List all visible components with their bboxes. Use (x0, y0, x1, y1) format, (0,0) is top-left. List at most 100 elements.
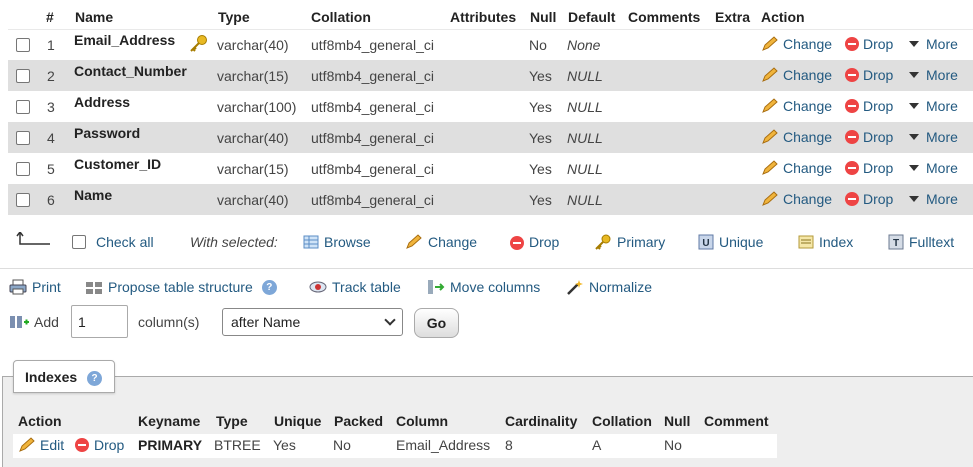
more-button[interactable]: More (909, 191, 958, 207)
field-type: varchar(40) (217, 192, 289, 208)
drop-label: Drop (863, 67, 894, 83)
field-name: Password (74, 125, 141, 141)
drop-button[interactable]: Drop (845, 191, 893, 207)
column-position-select[interactable]: after Name (222, 308, 403, 336)
index-keyname: PRIMARY (138, 437, 203, 453)
more-button[interactable]: More (909, 67, 958, 83)
index-icon (798, 235, 814, 249)
row-checkbox[interactable] (16, 193, 30, 207)
index-cardinality: 8 (505, 437, 513, 453)
help-icon[interactable]: ? (261, 279, 277, 295)
index-collation: A (592, 437, 602, 453)
drop-button[interactable]: Drop (845, 36, 893, 52)
drop-button[interactable]: Drop (845, 160, 893, 176)
drop-label: Drop (863, 36, 894, 52)
field-default: NULL (567, 161, 603, 177)
bulk-drop-button[interactable]: Drop (510, 234, 559, 250)
more-button[interactable]: More (909, 129, 958, 145)
bulk-change-button[interactable]: Change (405, 234, 477, 250)
more-label: More (926, 129, 958, 145)
arrow-ltr-icon (16, 232, 50, 245)
print-link[interactable]: Print (9, 279, 61, 295)
field-collation: utf8mb4_general_ci (311, 192, 434, 208)
normalize-link[interactable]: Normalize (566, 279, 652, 295)
col-header-attributes[interactable]: Attributes (450, 9, 516, 25)
drop-icon (510, 235, 524, 250)
col-header-collation[interactable]: Collation (311, 9, 371, 25)
bulk-drop-label: Drop (529, 234, 560, 250)
idx-header-null: Null (664, 413, 691, 429)
drop-icon (845, 192, 859, 206)
col-header-comments[interactable]: Comments (628, 9, 700, 25)
field-null: Yes (529, 192, 552, 208)
field-null: Yes (529, 130, 552, 146)
help-icon[interactable]: ? (87, 371, 102, 386)
more-button[interactable]: More (909, 36, 958, 52)
col-header-null[interactable]: Null (530, 9, 556, 25)
field-name: Email_Address (74, 32, 176, 48)
col-header-extra[interactable]: Extra (715, 9, 750, 25)
row-checkbox[interactable] (16, 100, 30, 114)
row-number: 4 (47, 130, 55, 146)
index-type: BTREE (214, 437, 261, 453)
change-button[interactable]: Change (761, 160, 832, 176)
field-type: varchar(100) (217, 99, 297, 115)
col-header-default[interactable]: Default (568, 9, 615, 25)
index-edit-button[interactable]: Edit (18, 437, 64, 453)
field-null: Yes (529, 161, 552, 177)
bulk-index-button[interactable]: Index (798, 234, 853, 250)
bulk-primary-button[interactable]: Primary (594, 234, 665, 250)
chevron-down-icon (384, 314, 396, 326)
column-count-input[interactable]: 1 (71, 305, 128, 338)
row-checkbox[interactable] (16, 69, 30, 83)
propose-structure-label: Propose table structure (108, 279, 253, 295)
drop-icon (845, 161, 859, 175)
row-checkbox[interactable] (16, 162, 30, 176)
pencil-icon (762, 191, 778, 206)
table-row: 2 Contact_Number varchar(15) utf8mb4_genera… (8, 60, 973, 91)
caret-down-icon (909, 41, 919, 47)
drop-button[interactable]: Drop (845, 98, 893, 114)
move-columns-label: Move columns (450, 279, 541, 295)
idx-header-collation: Collation (592, 413, 652, 429)
change-button[interactable]: Change (761, 129, 832, 145)
key-icon (595, 234, 611, 250)
check-all-label[interactable]: Check all (96, 234, 154, 250)
more-label: More (926, 160, 958, 176)
drop-button[interactable]: Drop (845, 129, 893, 145)
indexes-header-row: Action Keyname Type Unique Packed Column… (13, 410, 777, 434)
drop-button[interactable]: Drop (845, 67, 893, 83)
pencil-icon (762, 160, 778, 175)
move-columns-link[interactable]: Move columns (427, 279, 540, 295)
primary-key-icon (190, 35, 207, 52)
col-header-type[interactable]: Type (218, 9, 250, 25)
go-button[interactable]: Go (414, 308, 459, 338)
more-button[interactable]: More (909, 160, 958, 176)
field-collation: utf8mb4_general_ci (311, 161, 434, 177)
bulk-unique-button[interactable]: U Unique (698, 234, 763, 250)
bulk-fulltext-button[interactable]: T Fulltext (888, 234, 954, 250)
idx-header-action: Action (18, 413, 62, 429)
table-row: 1 Email_Address varchar(40) utf8mb4_general… (8, 29, 973, 60)
more-button[interactable]: More (909, 98, 958, 114)
row-checkbox[interactable] (16, 38, 30, 52)
pencil-icon (762, 36, 778, 51)
index-drop-button[interactable]: Drop (75, 437, 124, 453)
change-button[interactable]: Change (761, 98, 832, 114)
change-button[interactable]: Change (761, 67, 832, 83)
track-table-link[interactable]: Track table (309, 279, 401, 295)
field-collation: utf8mb4_general_ci (311, 99, 434, 115)
field-default: NULL (567, 99, 603, 115)
check-all-checkbox[interactable] (72, 235, 86, 249)
field-default: NULL (567, 192, 603, 208)
table-row: 6 Name varchar(40) utf8mb4_general_ci Yes NUL… (8, 184, 973, 215)
field-name: Customer_ID (74, 156, 162, 172)
svg-text:U: U (702, 238, 709, 249)
row-number: 5 (47, 161, 55, 177)
bulk-browse-button[interactable]: Browse (303, 234, 371, 250)
change-button[interactable]: Change (761, 36, 832, 52)
col-header-name[interactable]: Name (75, 9, 113, 25)
propose-structure-link[interactable]: Propose table structure ? (85, 279, 277, 295)
row-checkbox[interactable] (16, 131, 30, 145)
change-button[interactable]: Change (761, 191, 832, 207)
